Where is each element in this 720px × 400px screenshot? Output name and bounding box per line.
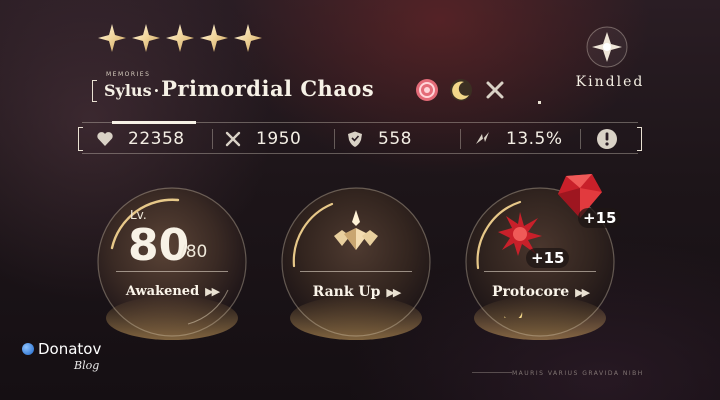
rarity-stars <box>96 22 264 54</box>
watermark-dot-icon <box>22 343 34 355</box>
chevron-right-icon: ▶▶ <box>575 286 590 299</box>
bottom-core-plus-badge: +15 <box>526 248 570 268</box>
kindled-label: Kindled <box>575 74 645 90</box>
stat-crit-value: 13.5% <box>506 129 563 149</box>
footer-motto: MAURIS VARIUS GRAVIDA NIBH <box>512 370 644 377</box>
footer-line <box>472 372 512 373</box>
crit-rate-icon <box>476 132 489 144</box>
rank-up-label-row: Rank Up ▶▶ <box>272 284 440 300</box>
star-icon <box>234 24 262 52</box>
info-exclamation-icon[interactable] <box>596 128 618 150</box>
orb-divider <box>300 271 412 272</box>
stats-bracket-left <box>78 127 83 151</box>
card-title: Primordial Chaos <box>161 76 375 101</box>
star-icon <box>200 24 228 52</box>
stats-bracket-right <box>637 127 642 151</box>
card-name: Sylus · Primordial Chaos <box>104 76 374 101</box>
moon-icon <box>448 77 474 103</box>
awakened-orb-button[interactable]: Lv. 80 /80 Awakened ▶▶ <box>88 178 256 346</box>
stat-hp-value: 22358 <box>128 129 185 149</box>
defense-shield-icon <box>348 131 362 147</box>
awakened-label-row: Awakened ▶▶ <box>88 284 256 299</box>
name-separator: · <box>153 81 160 100</box>
top-core-plus-badge: +15 <box>578 208 622 228</box>
protocore-label: Protocore <box>491 284 570 300</box>
orb-divider <box>116 271 228 272</box>
watermark-sub: Blog <box>74 359 100 372</box>
stat-hp: 22358 <box>96 123 185 155</box>
rank-crystal-icon <box>334 210 378 250</box>
stat-defense-value: 558 <box>378 129 412 149</box>
chevron-right-icon: ▶▶ <box>205 285 220 298</box>
stat-separator <box>212 129 213 149</box>
stat-separator <box>460 129 461 149</box>
star-icon <box>132 24 160 52</box>
stat-crit: 13.5% <box>474 123 563 155</box>
name-bracket <box>92 80 97 102</box>
watermark-brand: Donatov <box>38 340 102 358</box>
protocore-orb-button[interactable]: +15 +15 Protocore ▶▶ <box>456 174 624 346</box>
stats-bar: 22358 1950 558 13.5% <box>78 121 642 155</box>
hp-heart-icon <box>97 132 113 146</box>
star-icon <box>166 24 194 52</box>
stat-attack-value: 1950 <box>256 129 302 149</box>
orb-frame <box>281 187 431 340</box>
chevron-right-icon: ▶▶ <box>386 286 401 299</box>
protocore-label-row: Protocore ▶▶ <box>456 284 624 300</box>
type-icons <box>414 77 508 103</box>
crescent-glow-icon <box>504 312 523 318</box>
attack-swords-icon <box>225 131 241 147</box>
rank-up-orb-button[interactable]: Rank Up ▶▶ <box>272 178 440 346</box>
star-icon <box>98 24 126 52</box>
stat-separator <box>580 129 581 149</box>
level-max: /80 <box>180 242 208 262</box>
rank-up-label: Rank Up <box>312 284 381 300</box>
orb-divider <box>484 271 596 272</box>
character-name: Sylus <box>104 81 152 100</box>
awakened-label: Awakened <box>125 284 200 299</box>
stat-defense: 558 <box>346 123 412 155</box>
crossed-blades-icon <box>482 77 508 103</box>
stat-separator <box>334 129 335 149</box>
name-underline-dot <box>538 101 541 104</box>
solar-pink-icon <box>414 77 440 103</box>
stat-attack: 1950 <box>224 123 301 155</box>
kindled-crystal-icon[interactable] <box>584 24 630 70</box>
